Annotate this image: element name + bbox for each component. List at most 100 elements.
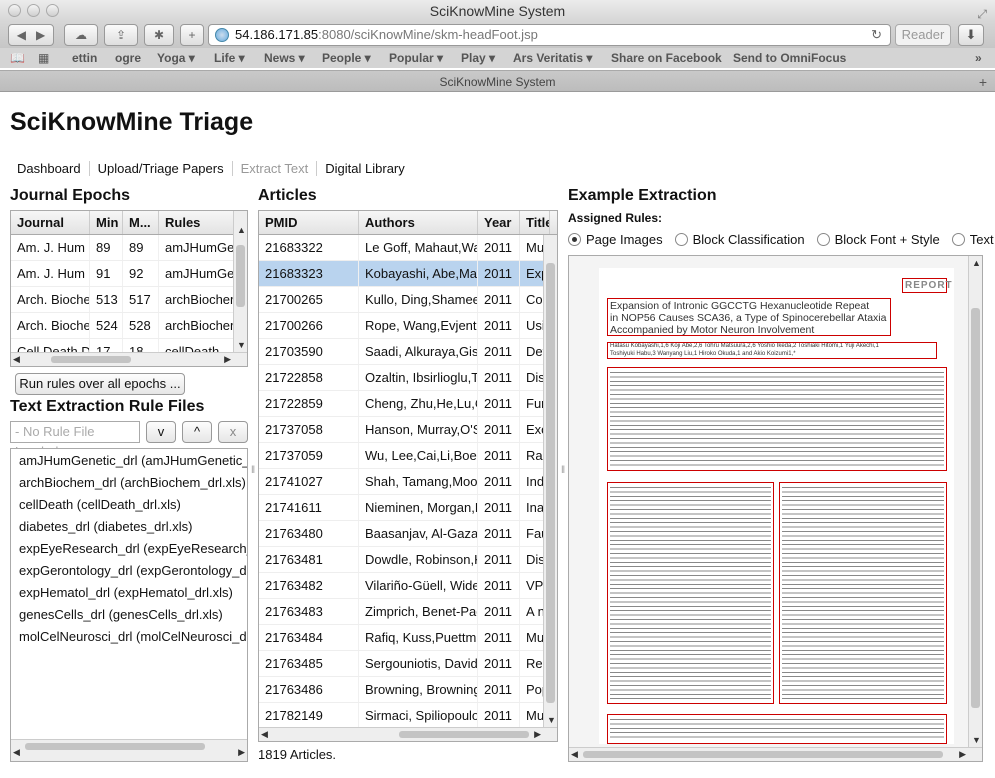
top-sites-icon[interactable]: ▦ <box>38 51 49 65</box>
move-up-button[interactable]: ^ <box>182 421 212 443</box>
vertical-scrollbar[interactable]: ▲ ▼ <box>233 211 247 352</box>
list-item[interactable]: archBiochem_drl (archBiochem_drl.xls) <box>15 472 247 494</box>
bookmark-item[interactable]: Ars Veritatis ▾ <box>513 51 592 65</box>
move-down-button[interactable]: v <box>146 421 176 443</box>
bookmark-item[interactable]: Send to OmniFocus <box>733 51 846 65</box>
bookmark-item[interactable]: Yoga ▾ <box>157 51 195 65</box>
column-header[interactable]: Authors <box>359 211 478 234</box>
table-row[interactable]: 21741027 Shah, Tamang,Moo 2011 Ind <box>259 469 557 495</box>
minimize-window-button[interactable] <box>27 4 40 17</box>
table-row[interactable]: 21737058 Hanson, Murray,O'S 2011 Exo <box>259 417 557 443</box>
new-tab-icon[interactable]: + <box>979 71 987 93</box>
radio-block-classification[interactable]: Block Classification <box>674 232 805 247</box>
horizontal-scrollbar[interactable]: ◀ ▶ <box>11 352 247 366</box>
table-cell: 21703590 <box>259 339 359 364</box>
horizontal-scrollbar[interactable]: ◀ ▶ <box>11 739 247 761</box>
table-row[interactable]: 21763485 Sergouniotis, Davids 2011 Rec <box>259 651 557 677</box>
bookmark-item[interactable]: People ▾ <box>322 51 371 65</box>
table-row[interactable]: 21763481 Dowdle, Robinson,K 2011 Dis <box>259 547 557 573</box>
browser-toolbar: ◀ ▶ ☁ ⇪ ✱ + 54.186.171.85:8080/sciKnowMi… <box>0 22 995 48</box>
close-window-button[interactable] <box>8 4 21 17</box>
radio-text[interactable]: Text <box>951 232 994 247</box>
table-row[interactable]: 21722859 Cheng, Zhu,He,Lu,C 2011 Fur <box>259 391 557 417</box>
reading-list-icon[interactable]: 📖 <box>10 51 25 65</box>
column-header[interactable]: Year <box>478 211 520 234</box>
table-row[interactable]: 21763483 Zimprich, Benet-Pag 2011 A n <box>259 599 557 625</box>
table-row[interactable]: 21741611 Nieminen, Morgan,F 2011 Ina <box>259 495 557 521</box>
bookmark-item[interactable]: Share on Facebook <box>611 51 722 65</box>
list-item[interactable]: genesCells_drl (genesCells_drl.xls) <box>15 604 247 626</box>
zoom-window-button[interactable] <box>46 4 59 17</box>
table-row[interactable]: 21700266 Rope, Wang,Evjentl 2011 Usi <box>259 313 557 339</box>
nav-digital-library[interactable]: Digital Library <box>316 161 412 176</box>
icloud-icon[interactable]: ☁ <box>64 24 98 46</box>
column-header[interactable]: Rules <box>159 211 235 234</box>
table-row[interactable]: Arch. Bioche 524 528 archBiochem <box>11 313 247 339</box>
extension-icon[interactable]: ✱ <box>144 24 174 46</box>
journal-epochs-table[interactable]: Journal Min M... Rules Am. J. Hum 89 89 amJ… <box>10 210 248 367</box>
table-row[interactable]: 21737059 Wu, Lee,Cai,Li,Boel 2011 Rar <box>259 443 557 469</box>
table-row[interactable]: Am. J. Hum 89 89 amJHumGen <box>11 235 247 261</box>
list-item[interactable]: molCelNeurosci_drl (molCelNeurosci_drl.x… <box>15 626 247 648</box>
splitter-handle[interactable]: ‖ <box>251 465 257 485</box>
add-bookmark-icon[interactable]: + <box>180 24 204 46</box>
vertical-scrollbar[interactable]: ▲ ▼ <box>968 256 982 747</box>
bookmarks-bar: 📖 ▦ ettin ogre Yoga ▾ Life ▾ News ▾ Peop… <box>0 48 995 68</box>
remove-button[interactable]: x <box>218 421 248 443</box>
table-row[interactable]: 21683323 Kobayashi, Abe,Mat 2011 Exp <box>259 261 557 287</box>
column-header[interactable]: Title <box>520 211 550 234</box>
table-cell: 2011 <box>478 443 520 468</box>
table-row[interactable]: 21763486 Browning, Browning 2011 Pop <box>259 677 557 703</box>
column-header[interactable]: M... <box>123 211 159 234</box>
list-item[interactable]: cellDeath (cellDeath_drl.xls) <box>15 494 247 516</box>
table-row[interactable]: 21763484 Rafiq, Kuss,Puettm 2011 Mu <box>259 625 557 651</box>
bookmark-item[interactable]: News ▾ <box>264 51 305 65</box>
column-header[interactable]: Journal <box>11 211 90 234</box>
bookmark-item[interactable]: Play ▾ <box>461 51 495 65</box>
radio-page-images[interactable]: Page Images <box>568 232 663 247</box>
list-item[interactable]: amJHumGenetic_drl (amJHumGenetic_drl.xls… <box>15 450 247 472</box>
more-bookmarks-icon[interactable]: » <box>975 51 982 65</box>
page-image-viewer[interactable]: REPORT Expansion of Intronic GGCCTG Hexa… <box>568 255 983 762</box>
radio-block-font-style[interactable]: Block Font + Style <box>816 232 940 247</box>
bookmark-item[interactable]: Life ▾ <box>214 51 245 65</box>
table-row[interactable]: 21722858 Ozaltin, Ibsirlioglu,T 2011 Dis <box>259 365 557 391</box>
table-row[interactable]: 21782149 Sirmaci, Spiliopoulo 2011 Mu <box>259 703 557 729</box>
table-row[interactable]: Am. J. Hum 91 92 amJHumGen <box>11 261 247 287</box>
url-bar[interactable]: 54.186.171.85:8080/sciKnowMine/skm-headF… <box>208 24 891 46</box>
window-controls[interactable] <box>8 4 59 17</box>
list-item[interactable]: expHematol_drl (expHematol_drl.xls) <box>15 582 247 604</box>
reader-button[interactable]: Reader <box>895 24 951 46</box>
table-row[interactable]: 21763482 Vilariño-Güell, Wide 2011 VP <box>259 573 557 599</box>
rule-file-input[interactable]: - No Rule File Loaded - <box>10 421 140 459</box>
reload-icon[interactable]: ↻ <box>871 25 882 45</box>
downloads-icon[interactable]: ⬇ <box>958 24 984 46</box>
nav-upload-triage[interactable]: Upload/Triage Papers <box>88 161 232 176</box>
bookmark-item[interactable]: ogre <box>115 51 141 65</box>
splitter-handle[interactable]: ‖ <box>561 465 567 485</box>
vertical-scrollbar[interactable]: ▼ <box>543 235 557 727</box>
back-forward-buttons[interactable]: ◀ ▶ <box>8 24 54 46</box>
list-item[interactable]: diabetes_drl (diabetes_drl.xls) <box>15 516 247 538</box>
rule-files-list[interactable]: amJHumGenetic_drl (amJHumGenetic_drl.xls… <box>10 448 248 762</box>
column-header[interactable]: Min <box>90 211 123 234</box>
table-row[interactable]: 21683322 Le Goff, Mahaut,Wa 2011 Mu <box>259 235 557 261</box>
tab-title[interactable]: SciKnowMine System <box>439 75 555 89</box>
table-cell: 2011 <box>478 599 520 624</box>
bookmark-item[interactable]: ettin <box>72 51 97 65</box>
table-row[interactable]: Arch. Bioche 513 517 archBiochem <box>11 287 247 313</box>
bookmark-item[interactable]: Popular ▾ <box>389 51 443 65</box>
nav-dashboard[interactable]: Dashboard <box>17 161 89 176</box>
table-row[interactable]: 21763480 Baasanjav, Al-Gaza 2011 Fau <box>259 521 557 547</box>
horizontal-scrollbar[interactable]: ◀ ▶ <box>569 747 982 761</box>
horizontal-scrollbar[interactable]: ◀ ▶ <box>259 727 557 741</box>
run-rules-button[interactable]: Run rules over all epochs ... <box>15 373 185 395</box>
table-row[interactable]: 21700265 Kullo, Ding,Shamee 2011 Cor <box>259 287 557 313</box>
share-icon[interactable]: ⇪ <box>104 24 138 46</box>
list-item[interactable]: expEyeResearch_drl (expEyeResearch_drl.x… <box>15 538 247 560</box>
list-item[interactable]: expGerontology_drl (expGerontology_drl.x… <box>15 560 247 582</box>
table-cell: Hanson, Murray,O'S <box>359 417 478 442</box>
articles-table[interactable]: PMID Authors Year Title 21683322 Le Goff,… <box>258 210 558 742</box>
column-header[interactable]: PMID <box>259 211 359 234</box>
table-row[interactable]: 21703590 Saadi, Alkuraya,Gis 2011 Det <box>259 339 557 365</box>
